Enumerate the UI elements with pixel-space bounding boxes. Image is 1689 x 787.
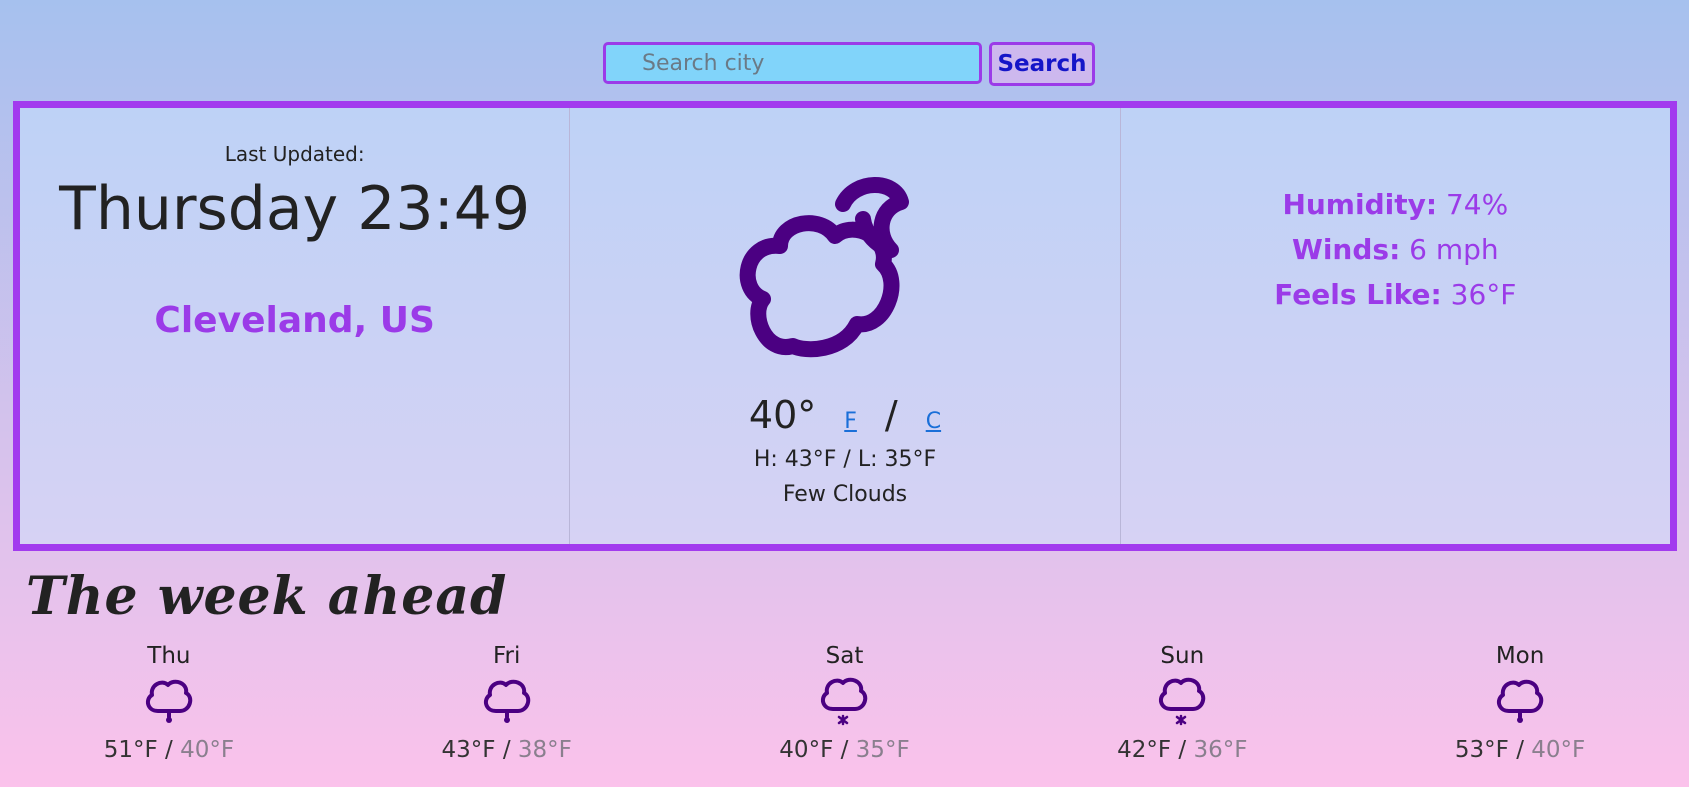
high-temperature: 42°F — [1117, 737, 1172, 763]
search-input[interactable] — [603, 42, 982, 84]
day-name: Fri — [492, 643, 521, 669]
day-temperatures: 40°F / 35°F — [744, 737, 944, 763]
humidity-label: Humidity: — [1282, 188, 1438, 221]
feels-like-label: Feels Like: — [1274, 278, 1442, 311]
forecast-day: Sat 40°F / 35°F — [744, 643, 944, 773]
details-column: Humidity: 74% Winds: 6 mph Feels Like: 3… — [1119, 108, 1670, 544]
weather-stats: Humidity: 74% Winds: 6 mph Feels Like: 3… — [1121, 182, 1670, 317]
forecast-day: Fri 43°F / 38°F — [407, 643, 607, 773]
conditions-column: 40° F / C H: 43°F / L: 35°F Few Clouds — [569, 108, 1119, 544]
unit-separator: / — [884, 393, 898, 437]
forecast-day: Mon 53°F / 40°F — [1420, 643, 1620, 773]
current-temperature: 40° — [748, 393, 817, 437]
time-location-column: Last Updated: Thursday 23:49 Cleveland, … — [20, 108, 569, 544]
day-temperatures: 42°F / 36°F — [1082, 737, 1282, 763]
forecast-row: Thu 51°F / 40°F Fri 43°F / 38°F Sat 40°F… — [0, 643, 1689, 773]
forecast-day: Thu 51°F / 40°F — [69, 643, 269, 773]
low-temperature: 38°F — [517, 737, 572, 763]
high-temperature: 51°F — [103, 737, 158, 763]
search-button[interactable]: Search — [989, 42, 1095, 86]
last-updated-label: Last Updated: — [224, 142, 365, 166]
high-temperature: 43°F — [441, 737, 496, 763]
feels-like-value: 36°F — [1450, 278, 1517, 311]
winds-label: Winds: — [1291, 233, 1401, 266]
day-name: Thu — [147, 643, 191, 669]
fahrenheit-link[interactable]: F — [844, 409, 857, 434]
snow-cloud-icon — [821, 677, 868, 726]
datetime: Thursday 23:49 — [59, 174, 531, 244]
forecast-day: Sun 42°F / 36°F — [1082, 643, 1282, 773]
weather-description: Few Clouds — [782, 482, 908, 507]
winds-stat: Winds: 6 mph — [1121, 227, 1670, 272]
low-temperature: 40°F — [1531, 737, 1586, 763]
high-temperature: 40°F — [779, 737, 834, 763]
humidity-stat: Humidity: 74% — [1121, 182, 1670, 227]
high-temperature: 53°F — [1454, 737, 1509, 763]
temperature-separator: / — [165, 737, 173, 763]
week-ahead-heading: The week ahead — [26, 566, 508, 627]
celsius-link[interactable]: C — [926, 409, 941, 434]
day-temperatures: 43°F / 38°F — [407, 737, 607, 763]
low-temperature: 40°F — [180, 737, 235, 763]
location-name: Cleveland, US — [154, 300, 435, 341]
cloud-moon-icon — [740, 177, 910, 358]
day-name: Sun — [1160, 643, 1205, 669]
snow-cloud-icon — [1159, 677, 1206, 726]
temperature-separator: / — [1516, 737, 1524, 763]
winds-value: 6 mph — [1409, 233, 1499, 266]
day-name: Sat — [825, 643, 864, 669]
high-low-temperature: H: 43°F / L: 35°F — [753, 447, 937, 472]
humidity-value: 74% — [1445, 188, 1509, 221]
day-temperatures: 53°F / 40°F — [1420, 737, 1620, 763]
temperature-separator: / — [1178, 737, 1187, 763]
rain-cloud-icon — [483, 679, 530, 723]
day-name: Mon — [1495, 643, 1545, 669]
rain-cloud-icon — [1497, 679, 1544, 723]
rain-cloud-icon — [145, 679, 193, 723]
current-weather-panel: Last Updated: Thursday 23:49 Cleveland, … — [13, 101, 1677, 551]
temperature-row: 40° F / C — [570, 393, 1119, 437]
low-temperature: 36°F — [1193, 737, 1248, 763]
temperature-separator: / — [502, 737, 511, 763]
feels-like-stat: Feels Like: 36°F — [1121, 272, 1670, 317]
search-bar: Search — [603, 42, 1095, 86]
day-temperatures: 51°F / 40°F — [69, 737, 269, 763]
low-temperature: 35°F — [855, 737, 910, 763]
temperature-separator: / — [840, 737, 849, 763]
